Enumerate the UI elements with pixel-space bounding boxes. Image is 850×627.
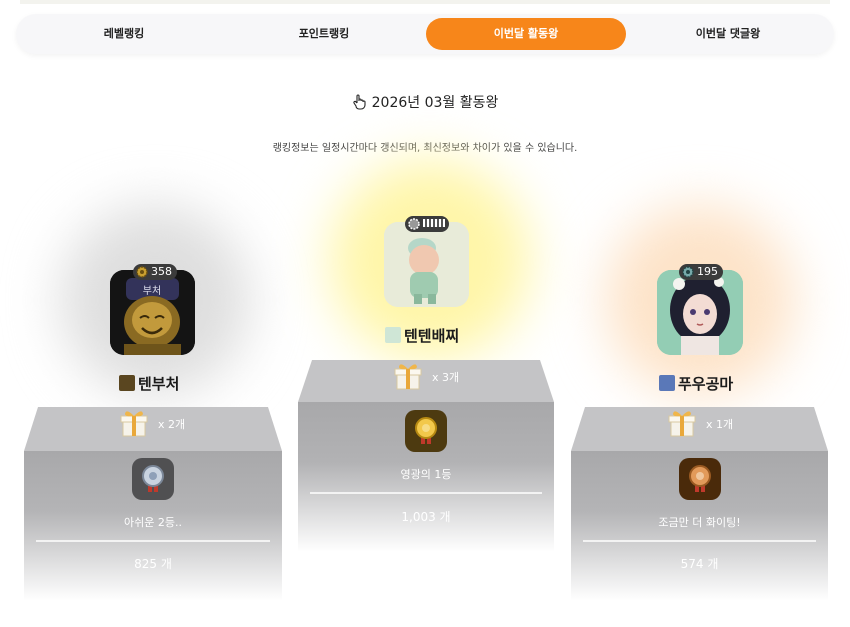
rank2-nickname-text: 텐부처 [138,375,180,393]
gift-box-icon [668,411,696,437]
rank2-count: 825 개 [134,557,172,571]
profile-mini-icon [119,375,135,391]
rank3-bronze-medal-icon [679,458,721,500]
rank3-nickname-text: 푸우공마 [678,375,734,393]
rank1-level-badge [405,216,449,232]
rank3-level-badge: 195 [679,264,723,280]
rank2-podium-top [24,407,282,451]
character-avatar-image [384,222,469,307]
ranking-notice: 랭킹정보는 일정시간마다 갱신되며, 최신정보와 차이가 있을 수 있습니다. [272,143,578,154]
rank1-nickname-text: 텐텐배찌 [404,327,460,345]
tab-level-ranking[interactable]: 레벨랭킹 [24,18,224,50]
page-title-text: 2026년 03월 활동왕 [371,95,499,111]
anime-girl-avatar-image [657,270,743,355]
rank3-podium-top [571,407,828,451]
ranking-tab-bar: 레벨랭킹 포인트랭킹 이번달 활동왕 이번달 댓글왕 [16,14,834,54]
profile-mini-icon [385,327,401,343]
rank1-nickname[interactable]: 텐텐배찌 [385,325,459,346]
rank1-podium-top [298,360,554,402]
gift-box-icon [120,411,148,437]
tab-monthly-comment-king[interactable]: 이번달 댓글왕 [628,18,828,50]
level-gear-icon [682,266,694,278]
rank3-avatar[interactable] [657,270,743,355]
level-gear-icon [136,266,148,278]
rank1-count: 1,003 개 [401,510,451,524]
top-divider [20,0,830,4]
rank3-message: 조금만 더 화이팅! [658,516,741,529]
pointing-hand-icon [353,94,366,110]
rank3-level: 195 [697,265,718,278]
svg-text:부처: 부처 [143,285,161,297]
rank2-avatar[interactable]: 부처 [110,270,195,355]
rank3-count: 574 개 [680,557,719,571]
rank2-gift-count: x 2개 [158,418,186,431]
rank1-level-bar [423,219,445,227]
rank1-avatar[interactable] [384,222,469,307]
buddha-avatar-image: 부처 [110,270,195,355]
page-title: 2026년 03월 활동왕 [0,92,850,112]
tab-monthly-activity-king[interactable]: 이번달 활동왕 [426,18,626,50]
tab-point-ranking[interactable]: 포인트랭킹 [224,18,424,50]
gift-box-icon [394,364,422,390]
rank2-divider [36,540,270,542]
rank1-gold-medal-icon [405,410,447,452]
rank1-divider [310,492,542,494]
rank2-silver-medal-icon [132,458,174,500]
rank1-message: 영광의 1등 [400,468,452,481]
rank2-level-badge: 358 [133,264,177,280]
rank3-nickname[interactable]: 푸우공마 [659,373,733,394]
rank2-nickname[interactable]: 텐부처 [119,373,179,394]
level-gear-icon [408,218,420,230]
rank1-gift-count: x 3개 [432,371,460,384]
profile-mini-icon [659,375,675,391]
rank2-message: 아쉬운 2등.. [124,516,182,529]
rank2-level: 358 [151,265,172,278]
rank3-divider [583,540,816,542]
rank3-gift-count: x 1개 [706,418,734,431]
